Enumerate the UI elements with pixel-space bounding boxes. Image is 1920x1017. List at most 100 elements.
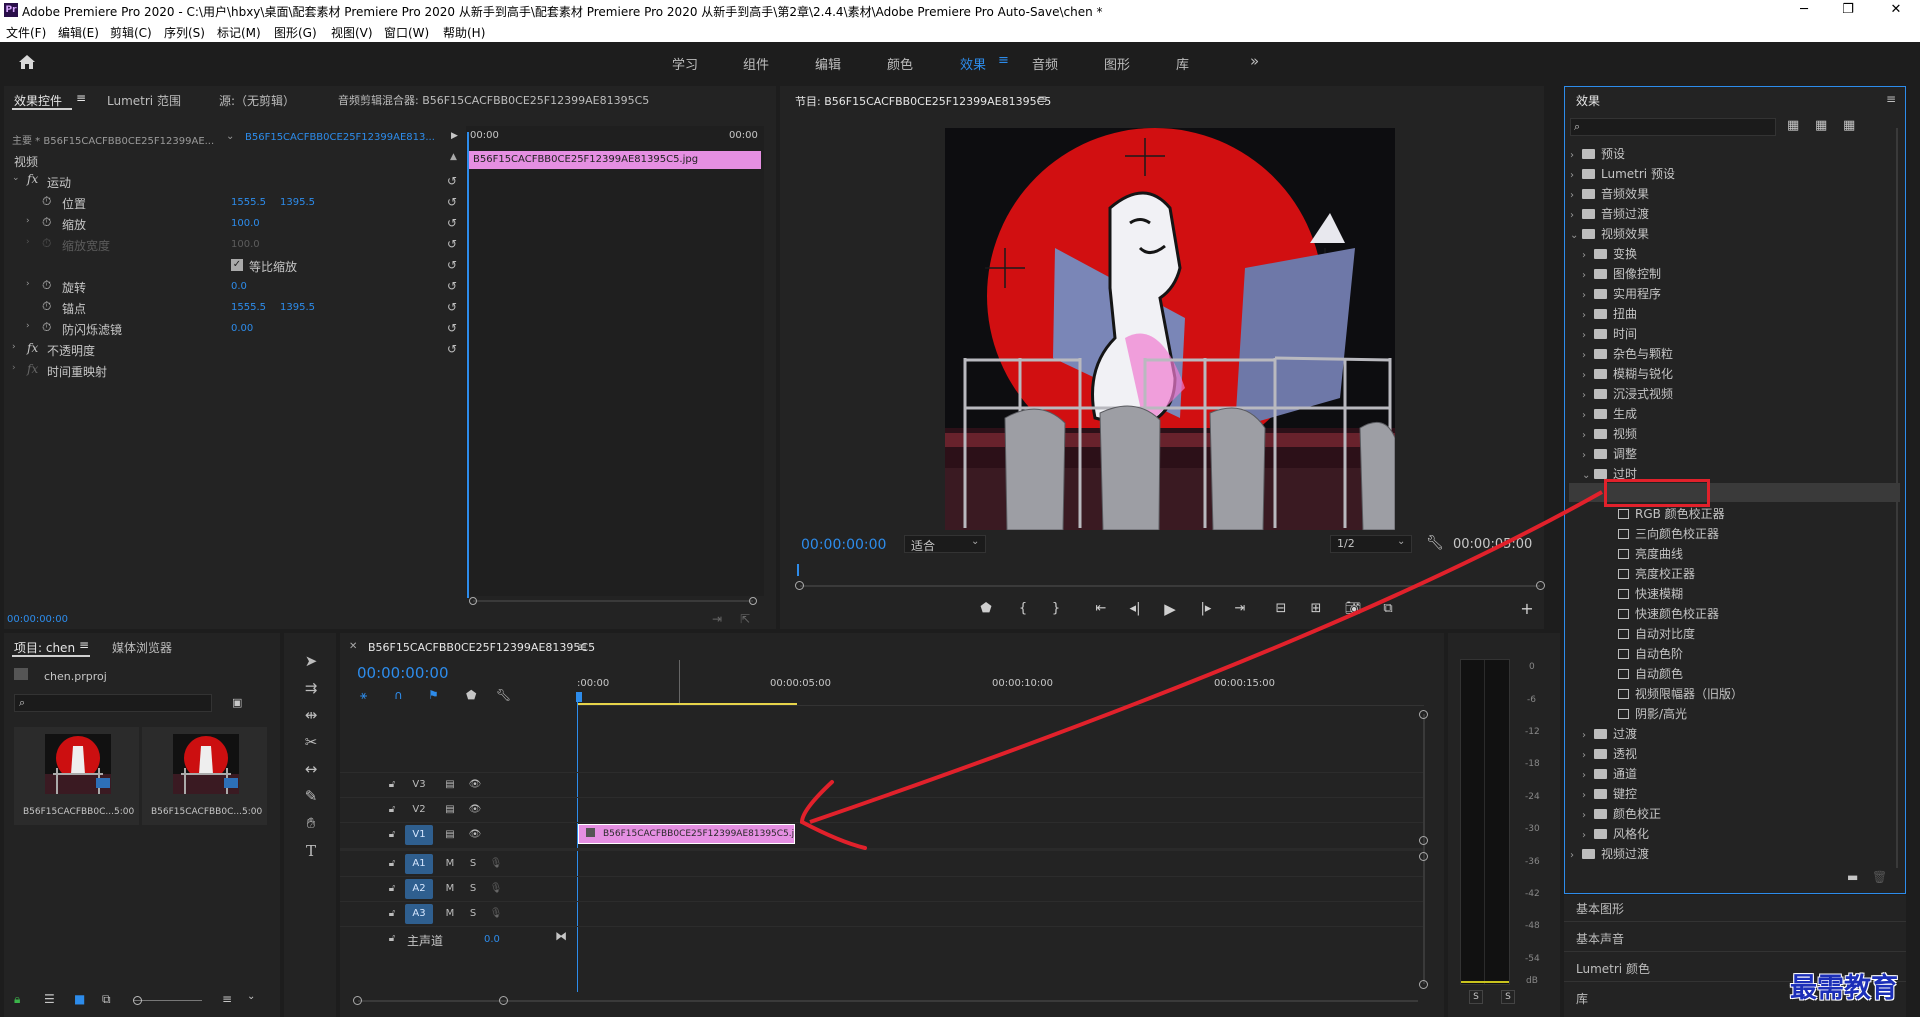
microphone-icon[interactable]: 🎙︎ — [487, 905, 505, 923]
microphone-icon[interactable]: 🎙︎ — [487, 855, 505, 873]
effects-folder[interactable]: › 扭曲 — [1582, 305, 1637, 322]
menu-view[interactable]: 视图(V) — [331, 24, 373, 41]
menu-sequence[interactable]: 序列(S) — [164, 24, 205, 41]
eye-icon[interactable]: 👁︎ — [466, 776, 484, 794]
effects-folder[interactable]: › 沉浸式视频 — [1582, 385, 1673, 402]
panel-essential-sound[interactable]: 基本声音 — [1576, 930, 1624, 947]
hand-tool-icon[interactable]: ✋︎ — [298, 810, 324, 836]
slip-tool-icon[interactable]: ↔ — [298, 756, 324, 782]
lock-icon[interactable]: 🔓︎ — [383, 826, 401, 844]
zoom-slider-handle[interactable] — [133, 996, 142, 1005]
timeline-settings-icon[interactable]: 🔧︎ — [496, 688, 511, 702]
panel-libraries[interactable]: 库 — [1576, 990, 1588, 1007]
tab-audio-clip-mixer[interactable]: 音频剪辑混合器: B56F15CACFBB0CE25F12399AE81395C… — [338, 92, 649, 108]
rotation-value[interactable]: 0.0 — [231, 281, 247, 292]
effects-folder[interactable]: › 生成 — [1582, 405, 1637, 422]
timeline-clip-v1[interactable]: B56F15CACFBB0CE25F12399AE81395C5.jpg — [578, 824, 795, 844]
home-icon[interactable] — [18, 54, 36, 70]
effects-folder[interactable]: › Lumetri 预设 — [1570, 165, 1675, 182]
sort-icon[interactable]: ≡ — [222, 992, 232, 1006]
sequence-clip-label[interactable]: B56F15CACFBB0CE25F12399AE813... — [245, 132, 435, 143]
effects-folder[interactable]: › 调整 — [1582, 445, 1637, 462]
mini-scrollbar[interactable] — [473, 600, 753, 602]
reset-icon[interactable]: ↺ — [445, 237, 459, 251]
track-label[interactable]: A3 — [405, 904, 433, 924]
menu-graphics[interactable]: 图形(G) — [274, 24, 317, 41]
effects-folder[interactable]: › 时间 — [1582, 325, 1637, 342]
effects-folder[interactable]: › 预设 — [1570, 145, 1625, 162]
reset-icon[interactable]: ↺ — [445, 342, 459, 356]
workspace-libraries[interactable]: 库 — [1176, 54, 1189, 73]
lock-icon[interactable]: 🔓︎ — [383, 801, 401, 819]
scale-expand-icon[interactable]: › — [26, 216, 30, 226]
effects-folder[interactable]: › 图像控制 — [1582, 265, 1661, 282]
flicker-expand-icon[interactable]: › — [26, 321, 30, 331]
reset-icon[interactable]: ↺ — [445, 174, 459, 188]
tab-media-browser[interactable]: 媒体浏览器 — [112, 639, 172, 656]
effects-folder[interactable]: › 音频过渡 — [1570, 205, 1649, 222]
mute-button[interactable]: M — [441, 855, 459, 873]
reset-icon[interactable]: ↺ — [445, 258, 459, 272]
motion-collapse-icon[interactable]: ⌄ — [12, 173, 20, 183]
nest-icon[interactable]: ⚹ — [360, 688, 367, 703]
scroll-handle-left[interactable] — [469, 597, 477, 605]
hscroll-handle-right[interactable] — [499, 996, 508, 1005]
track-label[interactable]: A2 — [405, 879, 433, 899]
vscroll-handle-bottom[interactable] — [1419, 980, 1428, 989]
solo-left-button[interactable]: S — [1469, 990, 1483, 1004]
track-label[interactable]: V1 — [405, 825, 433, 845]
workspace-effects[interactable]: 效果 — [960, 54, 986, 73]
effects-folder[interactable]: › 音频效果 — [1570, 185, 1649, 202]
project-item[interactable]: B56F15CACFBB0C... 5:00 — [142, 727, 267, 825]
menu-window[interactable]: 窗口(W) — [384, 24, 429, 41]
mute-button[interactable]: M — [441, 880, 459, 898]
menu-clip[interactable]: 剪辑(C) — [110, 24, 152, 41]
lock-icon[interactable]: 🔓︎ — [383, 855, 401, 873]
program-menu-icon[interactable]: ≡ — [1037, 92, 1047, 106]
hscroll-handle-left[interactable] — [353, 996, 362, 1005]
track-label[interactable]: V2 — [405, 800, 433, 820]
project-item[interactable]: B56F15CACFBB0C... 5:00 — [14, 727, 139, 825]
track-label[interactable]: V3 — [405, 775, 433, 795]
linked-selection-icon[interactable]: ⚑ — [428, 688, 439, 702]
zoom-slider[interactable] — [134, 1000, 202, 1001]
new-bin-icon[interactable]: ▣ — [232, 696, 242, 709]
ripple-edit-tool-icon[interactable]: ⇹ — [298, 702, 324, 728]
timeline-playhead[interactable] — [577, 700, 578, 992]
effects-folder[interactable]: › 模糊与锐化 — [1582, 365, 1673, 382]
panel-lumetri-color[interactable]: Lumetri 颜色 — [1576, 960, 1650, 977]
lock-icon[interactable]: 🔓︎ — [383, 776, 401, 794]
stopwatch-icon[interactable]: ⏱ — [42, 320, 51, 335]
reset-icon[interactable]: ↺ — [445, 321, 459, 335]
filter-icon[interactable]: ⇱ — [740, 612, 750, 626]
lock-icon[interactable]: 🔓︎ — [383, 930, 401, 948]
tab-effect-controls[interactable]: 效果控件 — [14, 92, 62, 109]
track-label[interactable]: A1 — [405, 854, 433, 874]
reset-icon[interactable]: ↺ — [445, 195, 459, 209]
scroll-handle-right[interactable] — [749, 597, 757, 605]
rotation-expand-icon[interactable]: › — [26, 279, 30, 289]
anchor-y[interactable]: 1395.5 — [280, 302, 315, 313]
timeline-timecode[interactable]: 00:00:00:00 — [357, 664, 449, 682]
type-tool-icon[interactable]: T — [298, 838, 324, 864]
tab-project[interactable]: 项目: chen — [14, 639, 75, 656]
effects-menu-icon[interactable]: ≡ — [1886, 92, 1896, 106]
add-marker-icon[interactable]: ⬟ — [466, 688, 476, 702]
reset-icon[interactable]: ↺ — [445, 216, 459, 230]
scale-value[interactable]: 100.0 — [231, 218, 260, 229]
flicker-value[interactable]: 0.00 — [231, 323, 253, 334]
workspace-editing[interactable]: 编辑 — [815, 54, 841, 73]
workspace-color[interactable]: 颜色 — [887, 54, 913, 73]
uniform-scale-checkbox[interactable]: ✓ — [231, 259, 243, 271]
tab-menu-icon[interactable]: ≡ — [76, 91, 86, 105]
reset-icon[interactable]: ↺ — [445, 300, 459, 314]
sync-lock-icon[interactable]: ▤ — [441, 776, 459, 794]
workspace-assembly[interactable]: 组件 — [743, 54, 769, 73]
lock-icon[interactable]: 🔓︎ — [383, 880, 401, 898]
mini-playhead[interactable] — [467, 132, 469, 598]
sequence-tab[interactable]: B56F15CACFBB0CE25F12399AE81395C5 — [368, 641, 595, 654]
menu-file[interactable]: 文件(F) — [6, 24, 46, 41]
selection-tool-icon[interactable]: ➤ — [298, 648, 324, 674]
go-to-end-icon[interactable]: ⧓ — [555, 929, 567, 943]
close-icon[interactable]: ✕ — [1876, 0, 1916, 22]
